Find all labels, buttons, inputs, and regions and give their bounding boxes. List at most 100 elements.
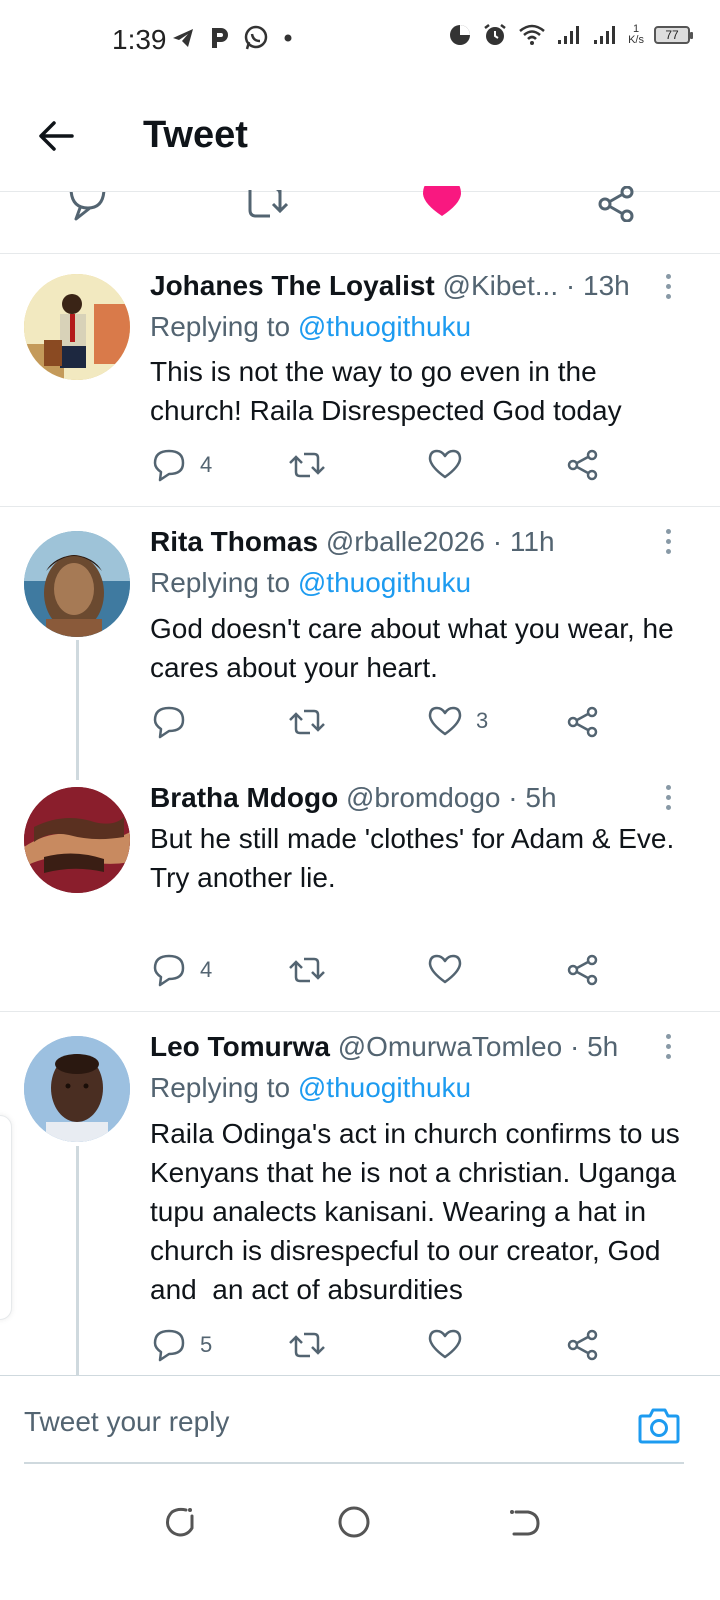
retweet-icon: [289, 452, 325, 478]
recents-icon: [166, 1507, 194, 1537]
recents-button[interactable]: [162, 1504, 198, 1545]
reply-author-handle[interactable]: @rballe2026: [326, 526, 485, 557]
battery-indicator: 77: [654, 26, 693, 44]
more-options-button[interactable]: [662, 529, 674, 559]
alarm-icon: [484, 24, 506, 45]
side-panel-handle[interactable]: [0, 1115, 12, 1320]
camera-icon: [638, 1408, 680, 1444]
camera-button[interactable]: [638, 1406, 680, 1449]
more-options-button[interactable]: [662, 1034, 674, 1064]
avatar[interactable]: [24, 274, 130, 380]
retweet-button[interactable]: [288, 953, 326, 987]
reply-author-handle[interactable]: @OmurwaTomleo: [338, 1031, 562, 1062]
reply-text: But he still made 'clothes' for Adam & E…: [150, 823, 675, 893]
data-saver-icon: [450, 25, 471, 45]
reply-time: · 11h: [485, 526, 555, 557]
avatar-photo: [24, 531, 130, 637]
reply-actions: 5: [150, 1328, 610, 1368]
retweet-icon: [289, 957, 325, 983]
main-share-button[interactable]: [597, 186, 637, 222]
reply-tweet[interactable]: Rita Thomas @rballe2026 · 11h Replying t…: [0, 507, 720, 763]
reply-text: This is not the way to go even in the ch…: [150, 356, 622, 426]
reply-icon: [153, 706, 185, 739]
reply-button[interactable]: [152, 705, 200, 739]
home-icon: [338, 1506, 370, 1538]
share-icon: [567, 1329, 598, 1361]
status-right-icons: 1 K/s 77: [448, 22, 693, 48]
reply-author-name[interactable]: Rita Thomas: [150, 526, 318, 557]
main-retweet-button[interactable]: [242, 190, 288, 220]
retweet-icon: [248, 190, 288, 218]
back-nav-button[interactable]: [508, 1504, 544, 1545]
p-icon: [212, 28, 228, 48]
share-button[interactable]: [566, 1328, 600, 1362]
more-options-button[interactable]: [662, 785, 674, 815]
reply-time: · 5h: [500, 782, 557, 813]
share-button[interactable]: [566, 953, 600, 987]
reply-tweet[interactable]: Leo Tomurwa @OmurwaTomleo · 5h Replying …: [0, 1012, 720, 1375]
replying-to: Replying to @thuogithuku: [150, 1072, 472, 1103]
replying-to: Replying to @thuogithuku: [150, 567, 472, 598]
status-time: 1:39: [112, 24, 167, 55]
replying-to: Replying to @thuogithuku: [150, 311, 472, 342]
heart-icon: [428, 706, 462, 736]
reply-count: 4: [200, 957, 213, 982]
reply-tweet[interactable]: Johanes The Loyalist @Kibet... · 13h Rep…: [0, 254, 720, 506]
reply-button[interactable]: 4: [152, 953, 212, 987]
share-button[interactable]: [566, 448, 600, 482]
replying-to-link[interactable]: @thuogithuku: [298, 311, 471, 342]
reply-count: 4: [200, 452, 213, 477]
share-button[interactable]: [566, 705, 600, 739]
like-button[interactable]: [428, 953, 462, 985]
reply-author-handle[interactable]: @Kibet...: [443, 270, 559, 301]
dot-icon: [284, 34, 292, 42]
share-icon: [567, 706, 598, 738]
page-title: Tweet: [143, 114, 248, 156]
reply-author-name[interactable]: Bratha Mdogo: [150, 782, 338, 813]
back-button[interactable]: [36, 118, 76, 154]
heart-icon: [428, 954, 462, 984]
main-like-button[interactable]: [422, 186, 462, 218]
wifi-icon: [519, 24, 545, 45]
reply-time: · 5h: [562, 1031, 619, 1062]
reply-input[interactable]: [24, 1406, 584, 1438]
avatar[interactable]: [24, 1036, 130, 1142]
main-tweet-actions: [0, 186, 720, 254]
more-options-button[interactable]: [662, 274, 674, 304]
reply-icon: [153, 1329, 185, 1362]
retweet-icon: [289, 709, 325, 735]
heart-icon: [428, 1329, 462, 1359]
heart-icon: [428, 449, 462, 479]
avatar-photo: [24, 1036, 130, 1142]
replying-to-link[interactable]: @thuogithuku: [298, 1072, 471, 1103]
reply-button[interactable]: 4: [152, 448, 212, 482]
reply-tweet[interactable]: Bratha Mdogo @bromdogo · 5h But he still…: [0, 763, 720, 1011]
avatar[interactable]: [24, 531, 130, 637]
retweet-button[interactable]: [288, 448, 326, 482]
replying-to-link[interactable]: @thuogithuku: [298, 567, 471, 598]
reply-icon: [153, 954, 185, 987]
reply-icon: [153, 449, 185, 482]
like-button[interactable]: 3: [428, 705, 488, 737]
reply-actions: 3: [150, 705, 610, 745]
home-button[interactable]: [336, 1504, 372, 1545]
like-button[interactable]: [428, 1328, 462, 1360]
reply-author-name[interactable]: Leo Tomurwa: [150, 1031, 330, 1062]
reply-actions: 4: [150, 953, 610, 993]
like-filled-icon: [423, 186, 461, 216]
network-speed: 1 K/s: [628, 23, 644, 46]
reply-author-handle[interactable]: @bromdogo: [346, 782, 501, 813]
retweet-button[interactable]: [288, 1328, 326, 1362]
reply-button[interactable]: 5: [152, 1328, 212, 1362]
retweet-button[interactable]: [288, 705, 326, 739]
main-reply-button[interactable]: [68, 192, 108, 222]
reply-actions: 4: [150, 448, 610, 488]
share-icon: [567, 954, 598, 986]
reply-composer: [0, 1375, 720, 1470]
back-nav-icon: [510, 1510, 540, 1536]
avatar[interactable]: [24, 787, 130, 893]
like-button[interactable]: [428, 448, 462, 480]
reply-author-name[interactable]: Johanes The Loyalist: [150, 270, 435, 301]
retweet-icon: [289, 1332, 325, 1358]
telegram-icon: [173, 29, 193, 47]
